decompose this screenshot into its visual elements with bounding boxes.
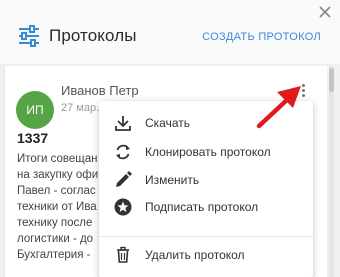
red-arrow-icon: [256, 86, 301, 129]
menu-item-label: Удалить протокол: [145, 248, 245, 262]
menu-divider: [99, 236, 313, 237]
menu-item-clone[interactable]: Клонировать протокол: [99, 139, 313, 165]
menu-item-label: Скачать: [145, 116, 190, 130]
menu-item-edit[interactable]: Изменить: [99, 167, 313, 193]
sliders-icon[interactable]: [17, 24, 41, 48]
menu-item-label: Клонировать протокол: [145, 145, 271, 159]
create-protocol-button[interactable]: СОЗДАТЬ ПРОТОКОЛ: [202, 31, 321, 43]
scrollbar[interactable]: [329, 66, 334, 277]
menu-item-delete[interactable]: Удалить протокол: [99, 242, 313, 268]
page-title: Протоколы: [49, 26, 137, 45]
scrollbar-thumb[interactable]: [329, 68, 334, 92]
panel-header: Протоколы СОЗДАТЬ ПРОТОКОЛ: [0, 0, 340, 64]
edit-icon: [116, 171, 132, 187]
clone-icon: [116, 144, 130, 160]
menu-item-label: Изменить: [145, 173, 200, 187]
protocol-title: 1337: [17, 130, 49, 146]
avatar: ИП: [16, 91, 54, 129]
sign-icon: [114, 198, 132, 216]
author-name: Иванов Петр: [61, 83, 139, 98]
delete-icon: [117, 246, 129, 263]
close-icon[interactable]: [318, 5, 332, 19]
download-icon: [115, 116, 131, 131]
menu-item-sign[interactable]: Подписать протокол: [99, 194, 313, 220]
menu-item-label: Подписать протокол: [145, 200, 259, 214]
